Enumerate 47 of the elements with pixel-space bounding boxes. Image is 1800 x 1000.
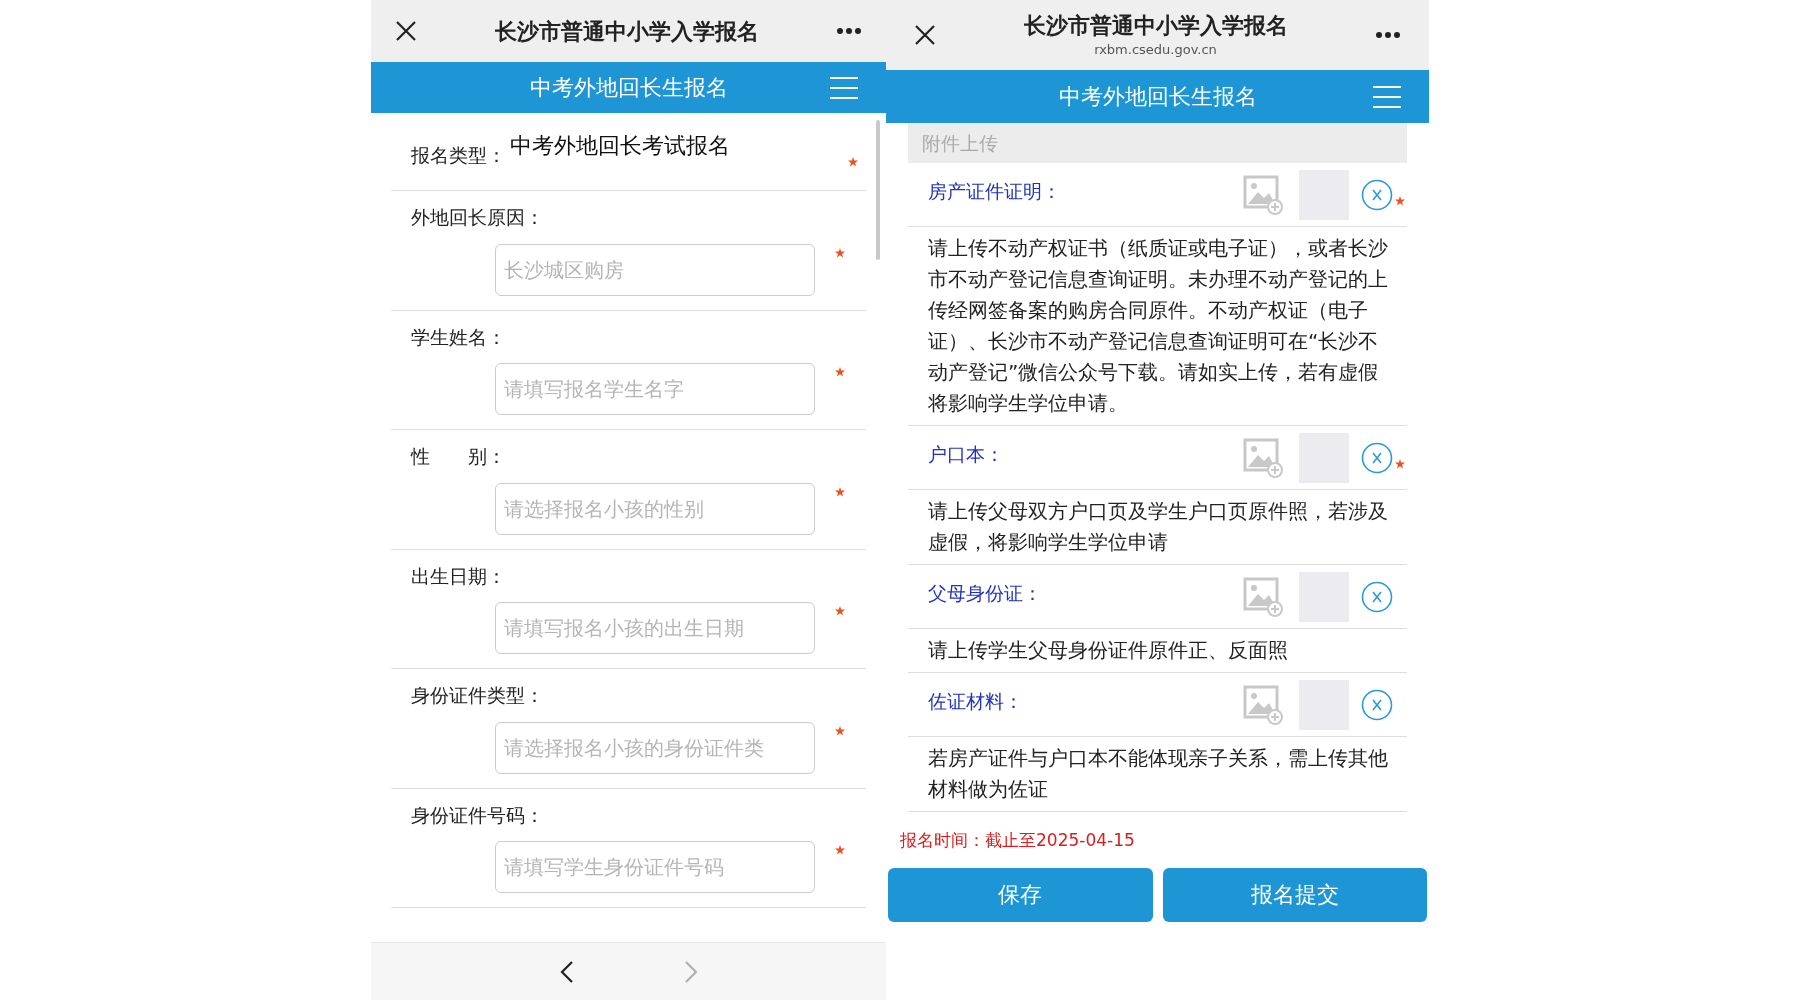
close-icon[interactable] bbox=[395, 20, 417, 42]
more-icon[interactable] bbox=[1375, 31, 1401, 39]
upload-label: 房产证件证明： bbox=[928, 179, 1062, 204]
url-text: rxbm.csedu.gov.cn bbox=[1094, 41, 1217, 59]
banner-title: 中考外地回长生报名 bbox=[1057, 83, 1258, 111]
field-label: 性 别： bbox=[411, 444, 507, 469]
upload-description: 若房产证件与户口本不能体现亲子关系，需上传其他材料做为佐证 bbox=[928, 745, 1389, 803]
upload-label: 户口本： bbox=[928, 442, 1005, 467]
section-title: 附件上传 bbox=[922, 130, 998, 156]
save-button[interactable]: 保存 bbox=[888, 867, 1153, 922]
upload-label: 佐证材料： bbox=[928, 689, 1024, 714]
deadline-text: 报名时间：截止至2025-04-15 bbox=[900, 830, 1135, 850]
field-value: 中考外地回长考试报名 bbox=[510, 132, 731, 160]
upload-description: 请上传父母双方户口页及学生户口页原件照，若涉及虚假，将影响学生学位申请 bbox=[928, 498, 1389, 556]
input-field[interactable]: 请选择报名小孩的身份证件类 bbox=[495, 721, 815, 774]
input-field[interactable]: 请选择报名小孩的性别 bbox=[495, 482, 815, 535]
banner-title: 中考外地回长生报名 bbox=[528, 74, 729, 102]
input-field[interactable]: 请填写报名学生名字 bbox=[495, 363, 815, 415]
back-icon[interactable] bbox=[559, 959, 574, 984]
upload-description: 请上传不动产权证书（纸质证或电子证），或者长沙市不动产登记信息查询证明。未办理不动产登记的上传经网签备案的购房合同原件。不动产权证（电子证）、长沙市不动产登记信息查询证明可在“长沙不动产登记”微信公众号下载。请如实上传，若有虚假将影响学生学位申请。 bbox=[928, 235, 1389, 417]
remove-icon[interactable] bbox=[1361, 688, 1393, 721]
upload-label: 父母身份证： bbox=[928, 581, 1043, 606]
field-label: 出生日期： bbox=[411, 563, 507, 589]
input-field[interactable]: 长沙城区购房 bbox=[495, 243, 815, 296]
add-image-icon[interactable] bbox=[1243, 437, 1283, 478]
field-label: 外地回长原因： bbox=[411, 205, 545, 230]
menu-icon[interactable] bbox=[1373, 85, 1401, 108]
menu-icon[interactable] bbox=[830, 76, 858, 99]
input-field[interactable]: 请填写学生身份证件号码 bbox=[495, 841, 815, 893]
input-field[interactable]: 请填写报名小孩的出生日期 bbox=[495, 602, 815, 654]
add-image-icon[interactable] bbox=[1243, 174, 1283, 215]
field-label: 身份证件类型： bbox=[411, 683, 545, 708]
submit-button[interactable]: 报名提交 bbox=[1162, 867, 1427, 922]
field-label: 学生姓名： bbox=[411, 324, 507, 350]
add-image-icon[interactable] bbox=[1243, 576, 1283, 617]
field-label: 身份证件号码： bbox=[411, 802, 545, 828]
scrollbar[interactable] bbox=[876, 120, 880, 260]
remove-icon[interactable] bbox=[1361, 441, 1393, 474]
upload-description: 请上传学生父母身份证件原件正、反面照 bbox=[928, 637, 1289, 664]
add-image-icon[interactable] bbox=[1243, 684, 1283, 725]
remove-icon[interactable] bbox=[1361, 178, 1393, 211]
window-title: 长沙市普通中小学入学报名 bbox=[1023, 12, 1288, 40]
window-title: 长沙市普通中小学入学报名 bbox=[493, 17, 760, 46]
field-label: 报名类型： bbox=[411, 143, 506, 168]
more-icon[interactable] bbox=[836, 27, 862, 35]
close-icon[interactable] bbox=[914, 24, 936, 46]
remove-icon[interactable] bbox=[1361, 580, 1393, 613]
